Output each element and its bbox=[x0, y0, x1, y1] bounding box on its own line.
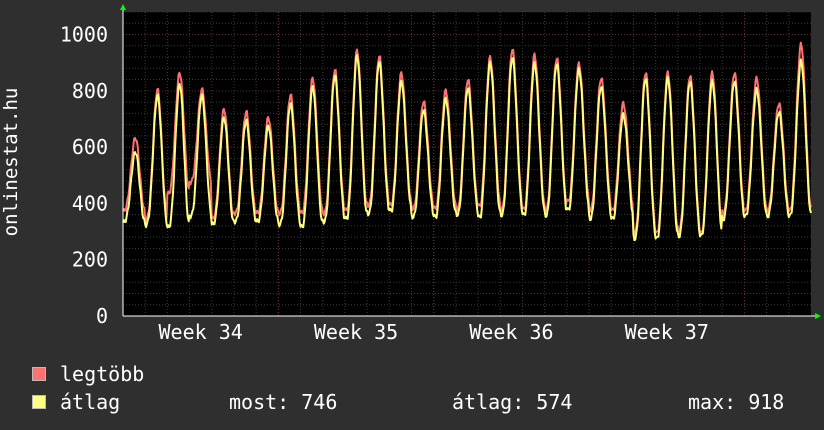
y-tick-label: 800 bbox=[72, 79, 108, 103]
x-tick-label: Week 34 bbox=[159, 320, 243, 344]
y-tick-label: 400 bbox=[72, 191, 108, 215]
stat-max: max: 918 bbox=[688, 390, 785, 414]
y-tick-label: 0 bbox=[96, 304, 108, 328]
legend-max-swatch bbox=[32, 367, 46, 381]
y-tick-label: 1000 bbox=[60, 23, 108, 47]
y-axis-arrow bbox=[120, 4, 126, 10]
x-tick-label: Week 35 bbox=[314, 320, 398, 344]
legend-max-label: legtöbb bbox=[60, 362, 145, 386]
stat-avg: átlag: 574 bbox=[452, 390, 573, 414]
y-tick-label: 600 bbox=[72, 135, 108, 159]
x-tick-label: Week 37 bbox=[625, 320, 709, 344]
y-tick-label: 200 bbox=[72, 248, 108, 272]
x-tick-label: Week 36 bbox=[469, 320, 553, 344]
legend-avg-label: átlag bbox=[60, 390, 121, 414]
stat-now: most: 746 bbox=[229, 390, 338, 414]
legend-avg-swatch bbox=[32, 395, 46, 409]
x-axis-arrow bbox=[815, 313, 821, 319]
y-axis-title: onlinestat.hu bbox=[0, 87, 22, 237]
